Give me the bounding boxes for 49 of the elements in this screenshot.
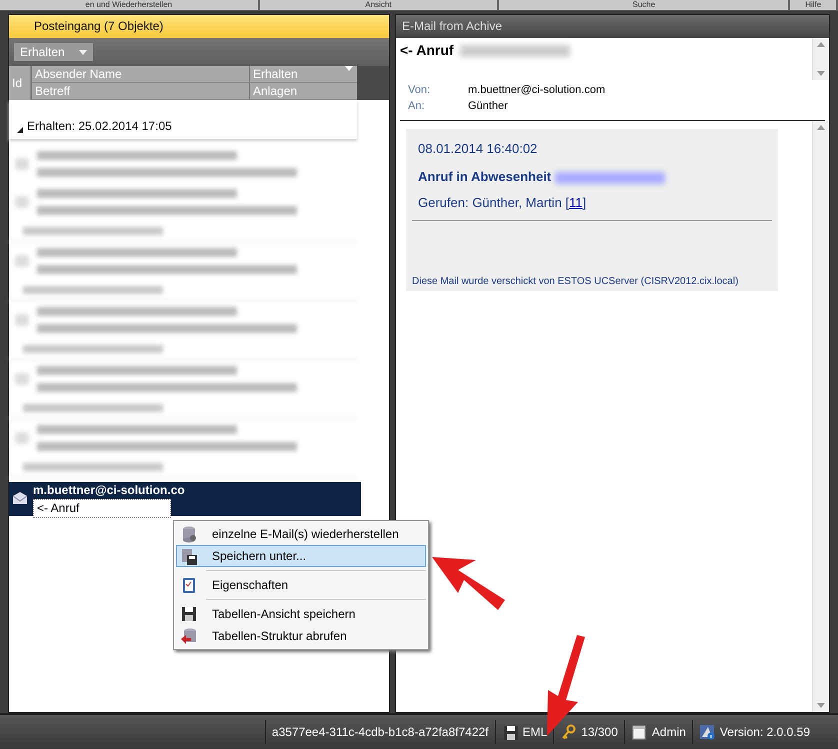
floppy-icon [502,724,518,740]
recipient-name: Günther [468,100,509,112]
field-label: Von: [408,84,432,96]
field-label: An: [408,100,426,112]
window-icon [630,724,647,740]
menu-item[interactable]: einzelne E-Mail(s) wiederherstellen [176,523,426,545]
status-text: Admin [652,725,686,739]
mail-footer: Diese Mail wurde verschickt von ESTOS UCServer (CISRV2012.cix.local) [412,276,772,287]
mail-date: 08.01.2014 16:40:02 [417,141,538,156]
envelope-icon [13,492,27,504]
menu-item[interactable]: Eigenschaften [176,574,426,596]
menu-item[interactable]: Tabellen-Ansicht speichern [176,603,426,625]
database-floppy-icon [180,547,198,565]
collapse-triangle-icon [17,127,23,133]
status-text: a3577ee4-311c-4cdb-b1c8-a72fa8f7422f [272,725,489,739]
key-icon [560,724,576,740]
column-label: Erhalten [253,66,298,82]
floppy-icon [180,605,198,623]
selected-mail-row[interactable]: m.buettner@ci-solution.co <- Anruf [9,482,361,516]
panel-title: E-Mail from Achive [396,15,829,38]
scroll-down-icon [817,703,825,708]
sender-name: m.buettner@ci-solution.co [33,482,185,499]
called-text: Gerufen: Günther, Martin [11] [417,195,588,210]
caret-icon [78,50,87,54]
extension-link[interactable]: 11 [569,195,583,210]
panel-title: Posteingang (7 Objekte) [9,15,389,38]
clipboard-icon [180,576,198,594]
menu-tab[interactable]: Hilfe [790,0,838,10]
status-text: EML [522,725,548,739]
scrollbar[interactable] [812,38,829,80]
database-icon [180,525,198,543]
group-header[interactable]: Erhalten: 25.02.2014 17:05 [27,119,172,133]
menu-item[interactable]: Tabellen-Struktur abrufen [176,625,426,647]
mail-subject: <- Anruf [33,499,171,518]
database-arrow-icon [180,627,198,645]
menu-tab[interactable]: en und Wiederherstellen [0,0,260,10]
status-text: 13/300 [581,725,618,739]
menu-tab[interactable]: Suche [499,0,790,10]
sender-address: m.buettner@ci-solution.com [468,84,606,96]
scroll-up-icon [817,125,825,130]
mail-subject: <- Anruf [400,42,454,58]
scroll-down-icon [817,71,825,76]
menu-item[interactable]: Speichern unter... [176,545,426,567]
info-icon [698,724,715,740]
mail-heading: Anruf in Abwesenheit [418,169,552,184]
status-text: Version: 2.0.0.59 [720,725,810,739]
scrollbar[interactable] [812,121,829,712]
menu-tab[interactable]: Ansicht [260,0,500,10]
scroll-up-icon [817,42,825,47]
